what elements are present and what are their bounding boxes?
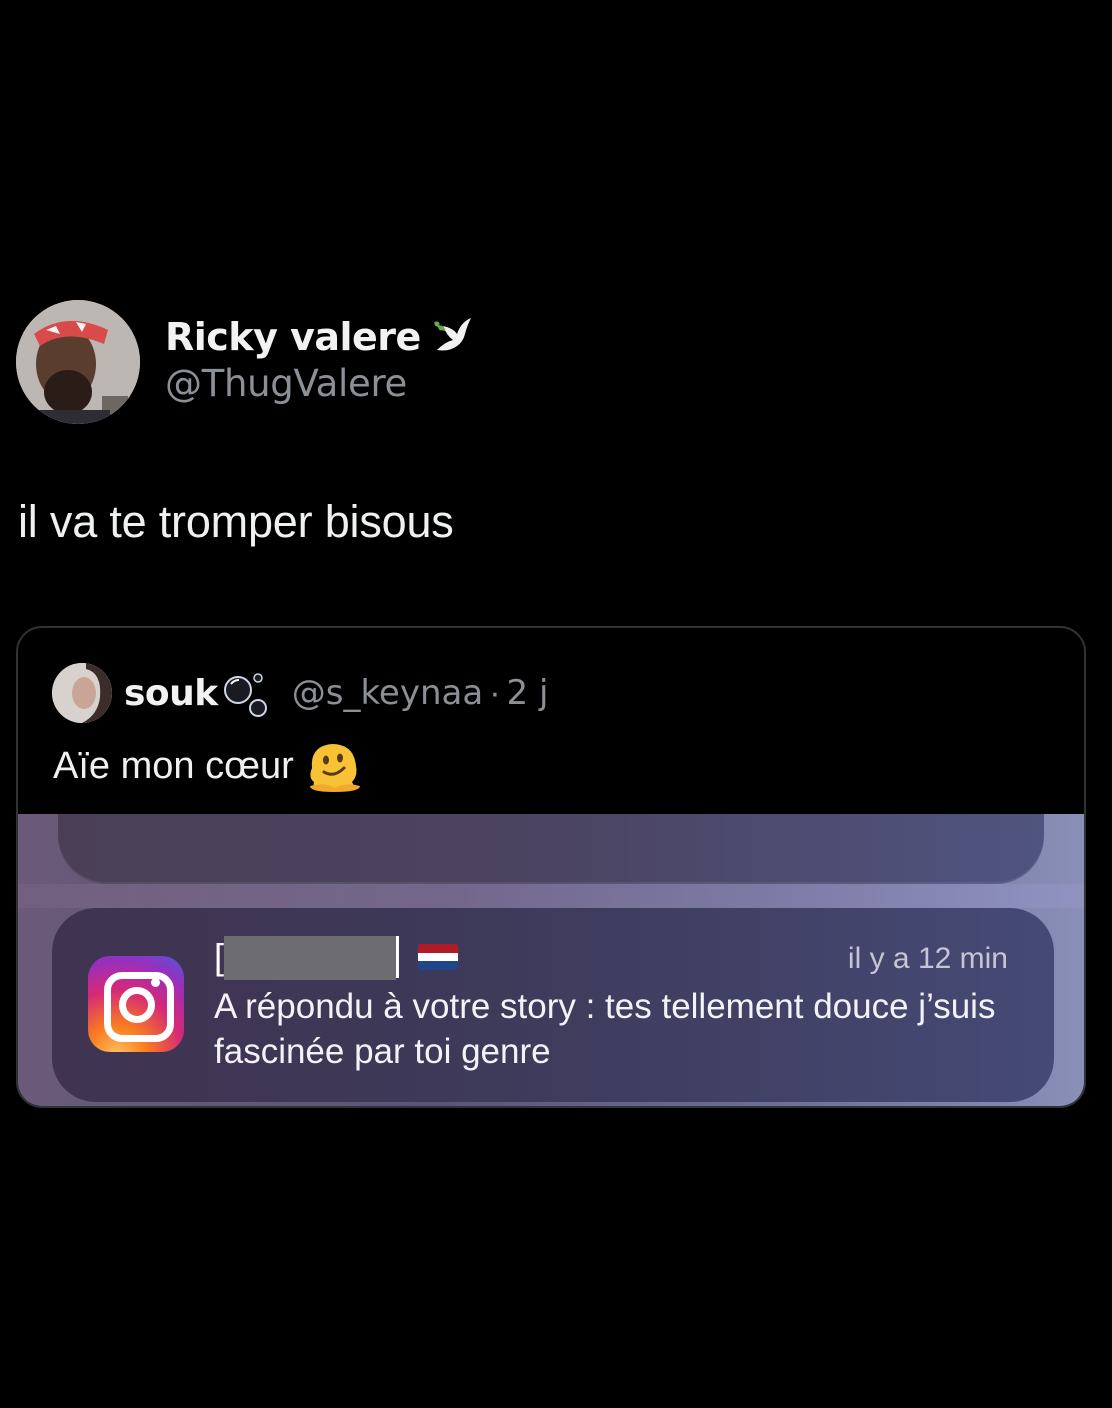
flag-stripe-blue xyxy=(418,961,458,970)
dove-icon xyxy=(433,318,471,351)
author-handle[interactable]: @ThugValere xyxy=(165,362,407,405)
sender-prefix: [ xyxy=(214,936,225,977)
quoted-avatar-photo xyxy=(52,663,112,723)
background-strip xyxy=(18,884,1084,908)
tweet-text: il va te tromper bisous xyxy=(18,496,454,547)
author-avatar[interactable] xyxy=(16,300,140,424)
avatar-photo xyxy=(16,300,140,424)
quoted-author-name[interactable]: souk xyxy=(124,673,218,714)
melting-face-icon xyxy=(309,744,360,792)
quoted-tweet-header: souk @s_keynaa · 2 j xyxy=(52,662,548,724)
quoted-tweet-text: Aïe mon cœur xyxy=(53,744,294,787)
netherlands-flag-icon xyxy=(418,944,458,970)
sender-bar xyxy=(396,936,399,978)
flag-stripe-red xyxy=(418,944,458,953)
quoted-tweet-card[interactable]: souk @s_keynaa · 2 j Aïe mon cœur [il y… xyxy=(16,626,1086,1108)
quoted-author-handle[interactable]: @s_keynaa xyxy=(292,673,483,713)
instagram-icon xyxy=(88,956,184,1052)
quoted-tweet-time[interactable]: 2 j xyxy=(507,673,549,713)
flag-stripe-white xyxy=(418,952,458,962)
separator-dot: · xyxy=(489,673,501,712)
author-name-row[interactable]: Ricky valere xyxy=(165,312,477,362)
quoted-author-avatar[interactable] xyxy=(52,663,112,723)
author-name[interactable]: Ricky valere xyxy=(165,315,421,359)
notification-time: il y a 12 min xyxy=(847,942,1008,975)
instagram-notification: [ il y a 12 min A répondu à votre story … xyxy=(52,908,1054,1102)
screenshot-media[interactable]: [ il y a 12 min A répondu à votre story … xyxy=(18,814,1084,1106)
notification-body: A répondu à votre story : tes tellement … xyxy=(214,987,996,1071)
previous-notification-edge xyxy=(58,814,1044,884)
bubbles-icon xyxy=(223,673,267,717)
instagram-glyph-dot xyxy=(151,978,160,987)
redacted-sender-name xyxy=(224,936,396,980)
quoted-tweet-body: Aïe mon cœur xyxy=(53,738,362,794)
instagram-glyph-lens xyxy=(119,987,155,1023)
